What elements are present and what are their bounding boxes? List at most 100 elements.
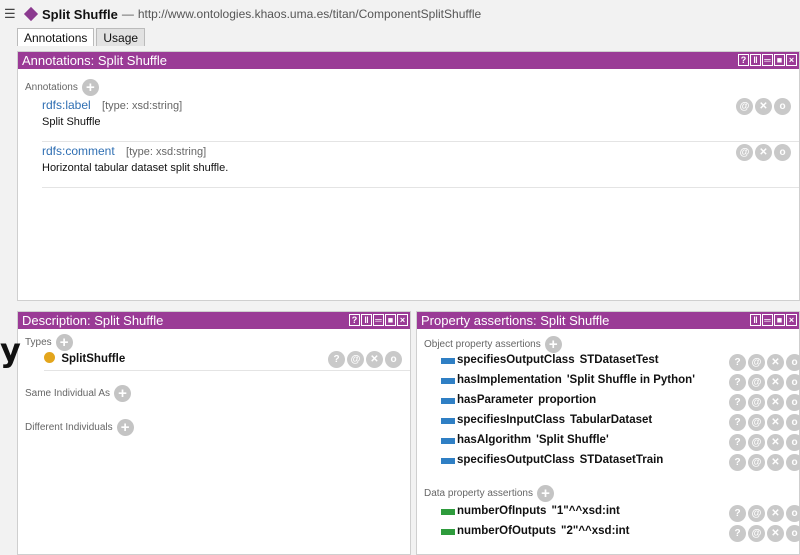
delete-icon[interactable]: ✕ — [767, 525, 784, 542]
assertion-property[interactable]: hasAlgorithm — [457, 434, 531, 446]
assertion-value[interactable]: STDatasetTrain — [580, 454, 664, 466]
row-actions: ? @ ✕ o — [729, 354, 800, 371]
maximize-icon[interactable]: ■ — [774, 54, 785, 66]
explain-icon[interactable]: ? — [729, 394, 746, 411]
assertion-value[interactable]: proportion — [538, 394, 596, 406]
close-panel-icon[interactable]: × — [397, 314, 408, 326]
split-vertical-icon[interactable]: ‖ — [750, 54, 761, 66]
edit-icon[interactable]: o — [774, 98, 791, 115]
delete-icon[interactable]: ✕ — [366, 351, 383, 368]
edit-icon[interactable]: o — [786, 354, 800, 371]
assertion-property[interactable]: numberOfInputs — [457, 505, 546, 517]
edit-icon[interactable]: o — [774, 144, 791, 161]
help-icon[interactable]: ? — [349, 314, 360, 326]
explain-icon[interactable]: ? — [729, 505, 746, 522]
annotate-icon[interactable]: @ — [748, 505, 765, 522]
data-property-icon — [441, 529, 455, 535]
delete-icon[interactable]: ✕ — [767, 434, 784, 451]
assertion-value[interactable]: 'Split Shuffle' — [536, 434, 609, 446]
types-section: Types + — [25, 334, 410, 351]
tab-usage[interactable]: Usage — [96, 28, 146, 46]
add-different-individual-button[interactable]: + — [116, 419, 134, 436]
delete-icon[interactable]: ✕ — [767, 454, 784, 471]
assertion-value[interactable]: 'Split Shuffle in Python' — [567, 374, 695, 386]
edit-icon[interactable]: o — [786, 454, 800, 471]
annotations-section-label: Annotations — [25, 82, 78, 93]
annotate-icon[interactable]: @ — [748, 454, 765, 471]
add-annotation-button[interactable]: + — [81, 79, 99, 96]
add-type-button[interactable]: + — [55, 334, 73, 351]
tab-annotations[interactable]: Annotations — [17, 28, 95, 46]
annotate-icon[interactable]: @ — [748, 434, 765, 451]
explain-icon[interactable]: ? — [328, 351, 345, 368]
delete-icon[interactable]: ✕ — [767, 505, 784, 522]
add-same-individual-button[interactable]: + — [114, 385, 132, 402]
delete-icon[interactable]: ✕ — [767, 374, 784, 391]
same-individual-section: Same Individual As + — [25, 385, 410, 402]
explain-icon[interactable]: ? — [729, 374, 746, 391]
split-horizontal-icon[interactable]: ═ — [762, 54, 773, 66]
explain-icon[interactable]: ? — [729, 525, 746, 542]
edit-icon[interactable]: o — [786, 414, 800, 431]
assertion-value[interactable]: STDatasetTest — [580, 354, 659, 366]
delete-icon[interactable]: ✕ — [767, 354, 784, 371]
delete-icon[interactable]: ✕ — [755, 144, 772, 161]
assertion-property[interactable]: specifiesOutputClass — [457, 454, 575, 466]
split-horizontal-icon[interactable]: ═ — [762, 314, 773, 326]
annotate-icon[interactable]: @ — [347, 351, 364, 368]
different-individuals-section: Different Individuals + — [25, 419, 410, 436]
close-panel-icon[interactable]: × — [786, 54, 797, 66]
explain-icon[interactable]: ? — [729, 354, 746, 371]
assertion-value[interactable]: "2"^^xsd:int — [561, 525, 629, 537]
delete-icon[interactable]: ✕ — [767, 414, 784, 431]
assertion-property[interactable]: specifiesInputClass — [457, 414, 565, 426]
assertion-value[interactable]: TabularDataset — [570, 414, 652, 426]
property-panel-header: Property assertions: Split Shuffle ‖ ═ ■… — [417, 312, 799, 329]
edit-icon[interactable]: o — [786, 434, 800, 451]
explain-icon[interactable]: ? — [729, 434, 746, 451]
split-vertical-icon[interactable]: ‖ — [361, 314, 372, 326]
annotate-icon[interactable]: @ — [748, 354, 765, 371]
maximize-icon[interactable]: ■ — [385, 314, 396, 326]
close-panel-icon[interactable]: × — [786, 314, 797, 326]
add-object-property-button[interactable]: + — [544, 336, 562, 353]
assertion-property[interactable]: numberOfOutputs — [457, 525, 556, 537]
menu-icon[interactable]: ☰ — [4, 6, 18, 22]
annotation-property-link[interactable]: rdfs:label — [42, 98, 91, 112]
object-property-icon — [441, 438, 455, 444]
assertion-property[interactable]: specifiesOutputClass — [457, 354, 575, 366]
data-property-section: Data property assertions + — [424, 485, 799, 502]
assertion-property[interactable]: hasParameter — [457, 394, 533, 406]
panel-controls: ‖ ═ ■ × — [750, 314, 797, 326]
annotate-icon[interactable]: @ — [736, 98, 753, 115]
annotation-property-link[interactable]: rdfs:comment — [42, 144, 115, 158]
assertion-property[interactable]: hasImplementation — [457, 374, 562, 386]
add-data-property-button[interactable]: + — [536, 485, 554, 502]
annotate-icon[interactable]: @ — [748, 414, 765, 431]
explain-icon[interactable]: ? — [729, 454, 746, 471]
edit-icon[interactable]: o — [786, 374, 800, 391]
annotate-icon[interactable]: @ — [748, 374, 765, 391]
entity-name: Split Shuffle — [42, 6, 118, 22]
edit-icon[interactable]: o — [786, 505, 800, 522]
edit-icon[interactable]: o — [786, 525, 800, 542]
row-actions: ? @ ✕ o — [729, 505, 800, 522]
delete-icon[interactable]: ✕ — [767, 394, 784, 411]
annotations-section: Annotations + — [25, 79, 799, 96]
annotate-icon[interactable]: @ — [748, 525, 765, 542]
title-separator: — — [121, 7, 134, 21]
type-name[interactable]: SplitShuffle — [61, 353, 125, 365]
annotate-icon[interactable]: @ — [736, 144, 753, 161]
split-vertical-icon[interactable]: ‖ — [750, 314, 761, 326]
assertion-value[interactable]: "1"^^xsd:int — [551, 505, 619, 517]
edit-icon[interactable]: o — [786, 394, 800, 411]
edit-icon[interactable]: o — [385, 351, 402, 368]
annotations-panel-title: Annotations: Split Shuffle — [22, 53, 168, 68]
help-icon[interactable]: ? — [738, 54, 749, 66]
split-horizontal-icon[interactable]: ═ — [373, 314, 384, 326]
delete-icon[interactable]: ✕ — [755, 98, 772, 115]
annotate-icon[interactable]: @ — [748, 394, 765, 411]
class-icon — [44, 352, 55, 363]
maximize-icon[interactable]: ■ — [774, 314, 785, 326]
explain-icon[interactable]: ? — [729, 414, 746, 431]
